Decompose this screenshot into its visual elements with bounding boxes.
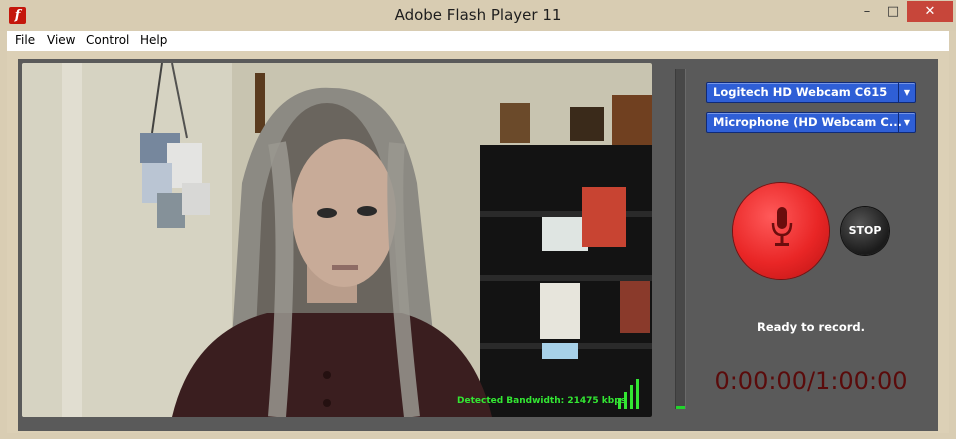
camera-select-label: Logitech HD Webcam C615 — [713, 85, 888, 99]
webcam-image — [22, 63, 652, 417]
status-text: Ready to record. — [756, 320, 865, 334]
microphone-select[interactable]: Microphone (HD Webcam C... ▼ — [706, 112, 916, 133]
chevron-down-icon[interactable]: ▼ — [898, 83, 915, 102]
signal-bar — [630, 385, 633, 409]
signal-bar — [624, 392, 627, 409]
app-content: Detected Bandwidth: 21475 kbps Logitech … — [7, 51, 949, 433]
audio-level-fill — [676, 406, 685, 409]
audio-level-meter — [675, 69, 686, 409]
camera-select[interactable]: Logitech HD Webcam C615 ▼ — [706, 82, 916, 103]
close-button[interactable]: ✕ — [907, 1, 953, 22]
maximize-button[interactable]: □ — [880, 1, 906, 22]
menu-help[interactable]: Help — [140, 33, 167, 47]
stop-button[interactable]: STOP — [841, 207, 889, 255]
flash-player-window: f Adobe Flash Player 11 – □ ✕ File View … — [0, 0, 956, 439]
minimize-button[interactable]: – — [854, 1, 880, 22]
title-bar[interactable]: f Adobe Flash Player 11 – □ ✕ — [0, 0, 956, 31]
menu-view[interactable]: View — [47, 33, 75, 47]
bandwidth-readout: Detected Bandwidth: 21475 kbps — [457, 396, 627, 406]
microphone-icon — [771, 207, 793, 246]
signal-bars-icon — [618, 379, 642, 409]
recorder-stage: Detected Bandwidth: 21475 kbps Logitech … — [18, 59, 938, 431]
record-button[interactable] — [733, 183, 829, 279]
menu-bar: File View Control Help — [7, 31, 949, 51]
record-timer: 0:00:00/1:00:00 — [714, 367, 908, 395]
chevron-down-icon[interactable]: ▼ — [898, 113, 915, 132]
signal-bar — [636, 379, 639, 409]
signal-bar — [618, 398, 621, 409]
webcam-preview: Detected Bandwidth: 21475 kbps — [22, 63, 652, 417]
microphone-select-label: Microphone (HD Webcam C... — [713, 115, 902, 129]
menu-file[interactable]: File — [15, 33, 35, 47]
menu-control[interactable]: Control — [86, 33, 129, 47]
window-title: Adobe Flash Player 11 — [394, 6, 562, 24]
